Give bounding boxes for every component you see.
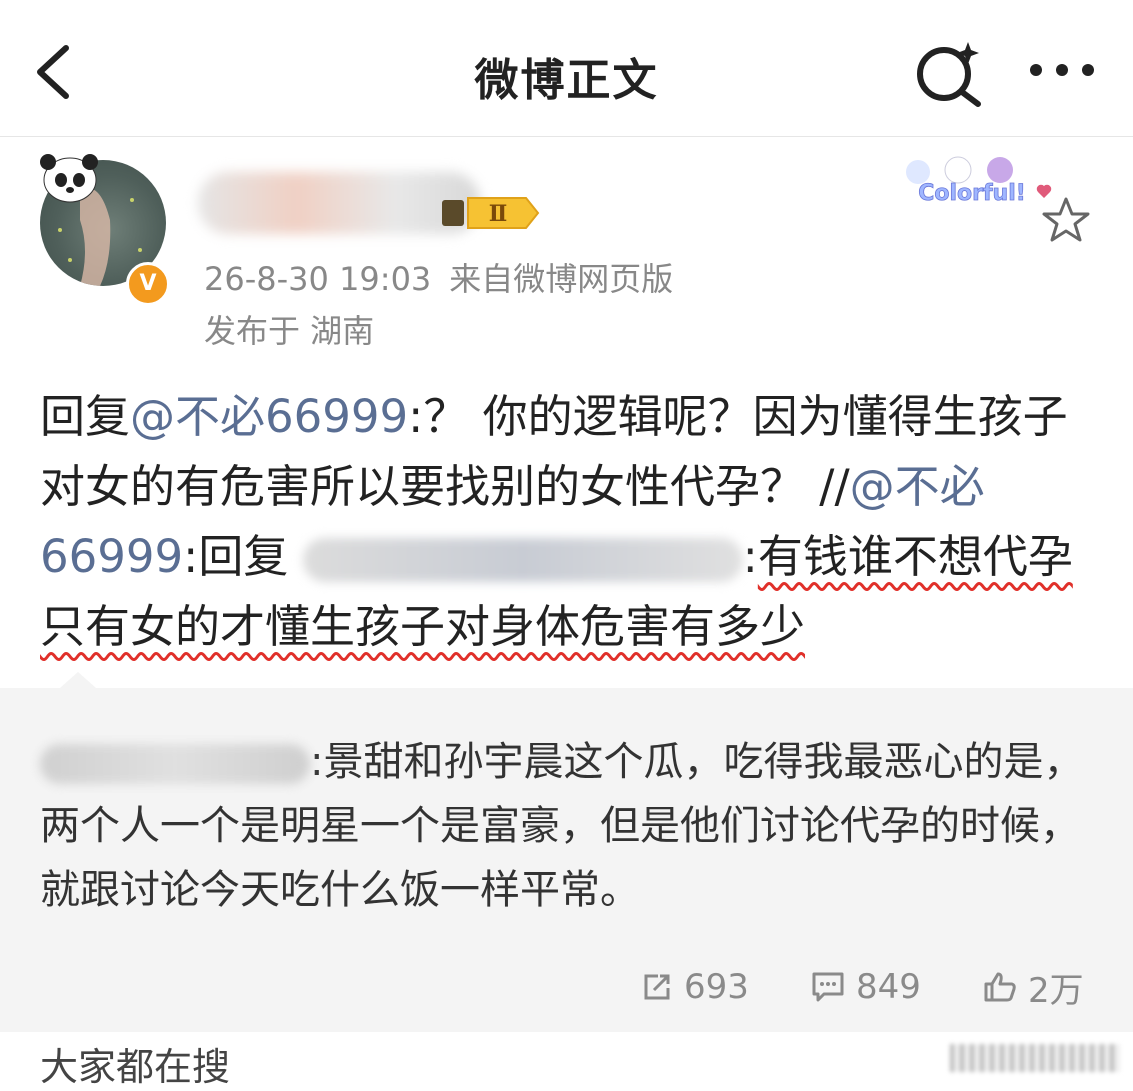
author-name-redacted[interactable]	[198, 172, 480, 234]
level-badge-text: Ⅱ	[489, 201, 508, 227]
trending-search-label[interactable]: 大家都在搜	[40, 1036, 230, 1091]
repost-stat[interactable]: 693	[640, 962, 749, 1012]
post-meta: 26-8-30 19:03 来自微博网页版	[204, 254, 673, 300]
panda-decoration-icon	[40, 154, 98, 203]
comment-count: 849	[856, 967, 921, 1007]
like-count: 2万	[1028, 970, 1084, 1011]
level-badge-icon: Ⅱ	[442, 197, 540, 229]
top-nav-bar: 微博正文	[0, 0, 1133, 137]
post-location: 发布于 湖南	[204, 312, 375, 350]
colorful-decoration-icon: Colorful!	[906, 156, 1052, 206]
more-dots-icon[interactable]	[1028, 58, 1096, 82]
post-body: 回复@不必66999:？ 你的逻辑呢？因为懂得生孩子对女的有危害所以要找别的女性…	[40, 382, 1100, 662]
retweet-text: :景甜和孙宇晨这个瓜，吃得我最恶心的是，两个人一个是明星一个是富豪，但是他们讨论…	[40, 730, 1100, 922]
body-text-1: 回复	[40, 390, 131, 443]
post-source: 来自微博网页版	[449, 260, 674, 298]
redacted-mention	[302, 538, 743, 582]
search-sparkle-icon[interactable]	[912, 38, 988, 108]
like-stat[interactable]: 2万	[982, 962, 1084, 1012]
comment-icon	[812, 972, 844, 1002]
verified-badge: V	[126, 262, 170, 306]
repost-icon	[644, 974, 670, 1000]
redacted-username[interactable]	[40, 744, 310, 784]
repost-count: 693	[684, 967, 749, 1007]
retweet-notch	[60, 672, 96, 688]
body-text-4: :	[742, 530, 758, 583]
favorite-star-icon[interactable]	[1040, 196, 1092, 244]
thumbs-up-icon	[984, 972, 1016, 1002]
body-text-3: :回复	[183, 530, 289, 583]
decor-label: Colorful!	[918, 181, 1026, 206]
comment-stat[interactable]: 849	[810, 962, 921, 1012]
author-avatar[interactable]: V	[38, 150, 178, 306]
watermark-redacted	[950, 1044, 1120, 1072]
post-timestamp: 26-8-30 19:03	[204, 260, 432, 298]
mention-link[interactable]: @不必66999	[130, 390, 408, 443]
